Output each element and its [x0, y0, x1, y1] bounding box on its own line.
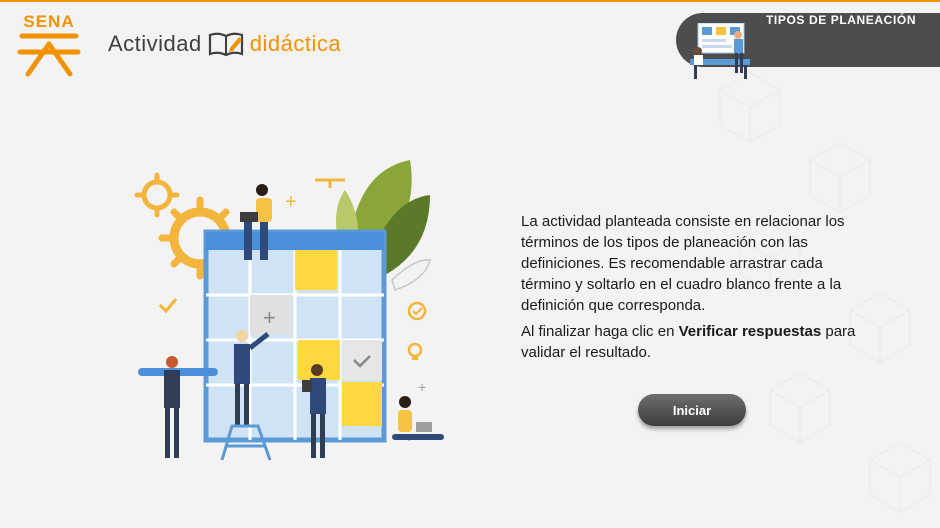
- verify-answers-emphasis: Verificar respuestas: [678, 323, 822, 340]
- svg-text:+: +: [418, 379, 426, 395]
- activity-brand: Actividad didáctica: [108, 28, 341, 60]
- instructions-paragraph-2-before: Al finalizar haga clic en: [521, 323, 679, 340]
- instructions-text: La actividad planteada consiste en relac…: [521, 211, 873, 368]
- small-gear-icon: [141, 179, 173, 211]
- svg-text:+: +: [285, 191, 297, 213]
- sena-logo-icon: [17, 33, 81, 77]
- start-button[interactable]: Iniciar: [638, 394, 746, 426]
- calendar-board-illustration: + + + +: [134, 160, 444, 461]
- brand-left-text: Actividad: [108, 31, 202, 56]
- brand-right-text: didáctica: [249, 31, 342, 56]
- topic-banner: TIPOS DE PLANEACIÓN: [676, 13, 940, 79]
- instructions-paragraph-2: Al finalizar haga clic en Verificar resp…: [521, 321, 873, 363]
- team-planning-illustration: [690, 23, 750, 79]
- svg-text:+: +: [263, 305, 276, 330]
- sena-logo: SENA: [14, 12, 84, 78]
- top-accent-line: [0, 0, 940, 2]
- logo-text: SENA: [23, 12, 75, 31]
- instructions-paragraph-1: La actividad planteada consiste en relac…: [521, 213, 845, 314]
- open-book-pencil-icon: [208, 32, 243, 57]
- topic-title: TIPOS DE PLANEACIÓN: [766, 13, 917, 27]
